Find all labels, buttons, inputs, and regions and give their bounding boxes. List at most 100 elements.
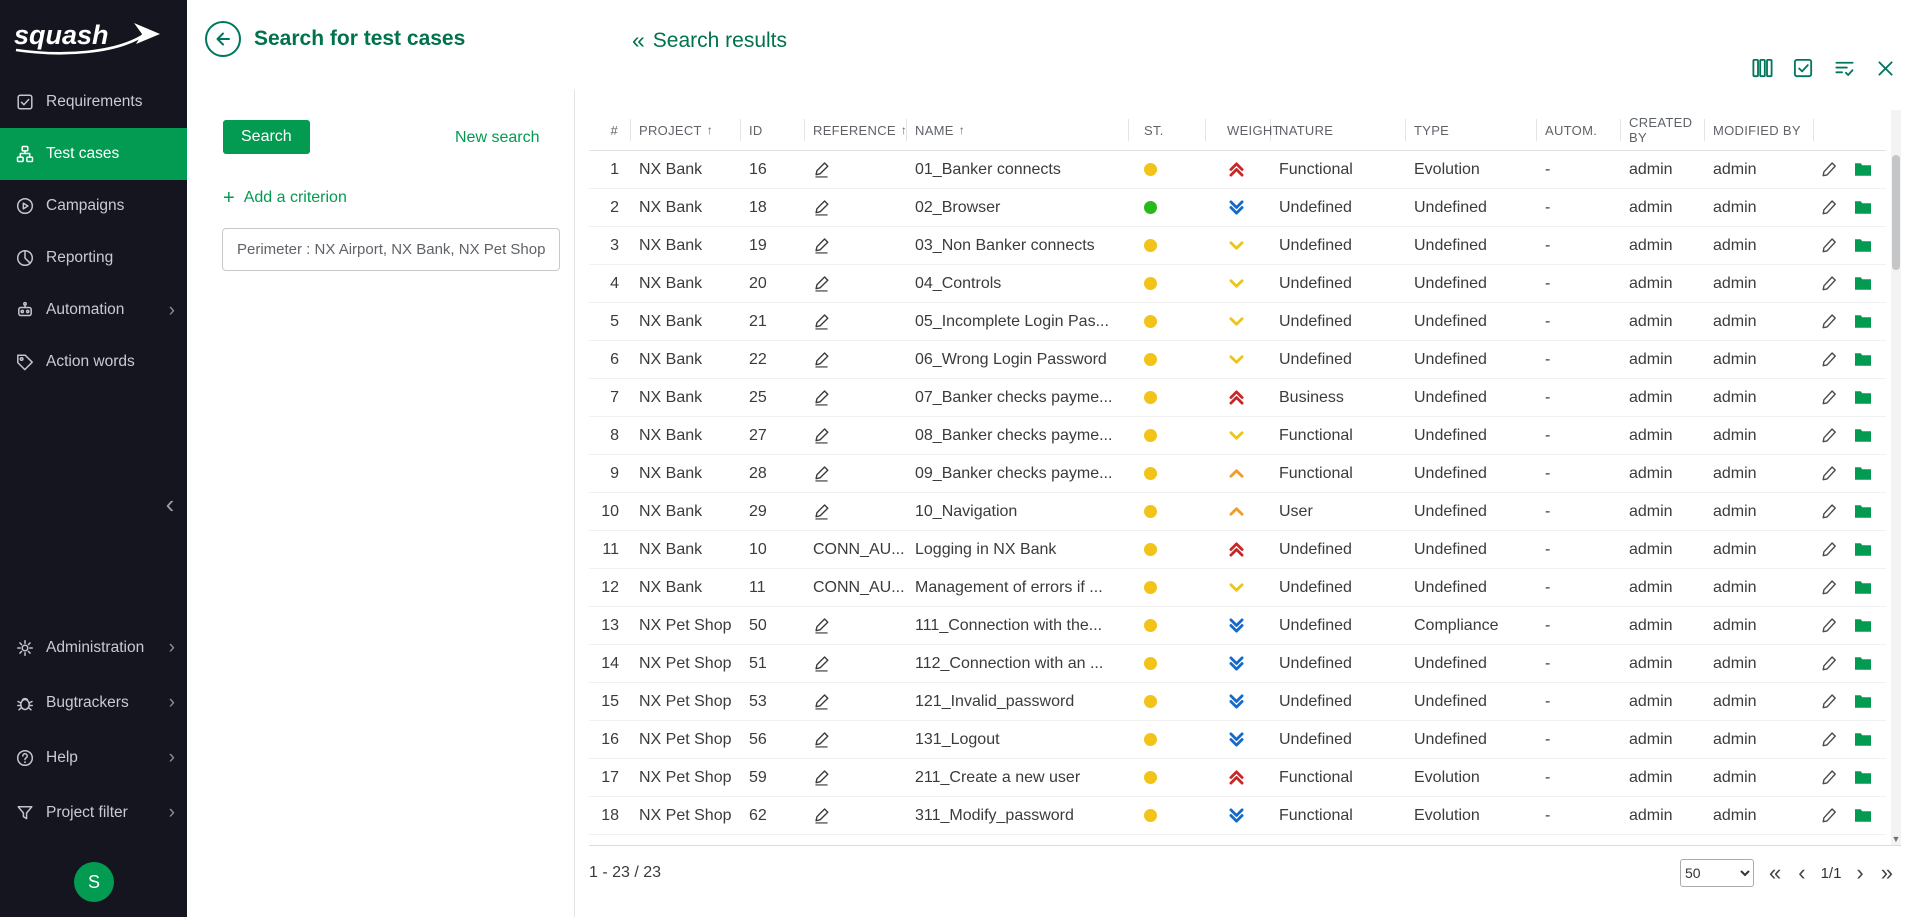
table-row[interactable]: 15NX Pet Shop53121_Invalid_passwordUndef…: [589, 683, 1886, 721]
sidebar-collapse-icon[interactable]: ‹: [156, 488, 184, 520]
table-row[interactable]: 1NX Bank1601_Banker connectsFunctionalEv…: [589, 151, 1886, 189]
edit-reference-icon[interactable]: [813, 351, 830, 368]
col-header-status[interactable]: ST.: [1129, 119, 1206, 141]
close-search-button[interactable]: [1873, 56, 1898, 81]
sidebar-item-help[interactable]: Help ›: [0, 730, 187, 785]
edit-row-icon[interactable]: [1820, 693, 1837, 710]
edit-row-icon[interactable]: [1820, 351, 1837, 368]
col-header-reference[interactable]: REFERENCE↑: [805, 119, 907, 141]
edit-reference-icon[interactable]: [813, 693, 830, 710]
table-row[interactable]: 16NX Pet Shop56131_LogoutUndefinedUndefi…: [589, 721, 1886, 759]
sidebar-item-test-cases[interactable]: Test cases: [0, 128, 187, 180]
edit-row-icon[interactable]: [1820, 503, 1837, 520]
table-row[interactable]: 17NX Pet Shop59211_Create a new userFunc…: [589, 759, 1886, 797]
edit-reference-icon[interactable]: [813, 389, 830, 406]
col-header-modified-by[interactable]: MODIFIED BY: [1705, 119, 1814, 141]
edit-row-icon[interactable]: [1820, 541, 1837, 558]
folder-icon[interactable]: [1854, 808, 1872, 823]
col-header-created-by[interactable]: CREATED BY: [1621, 119, 1705, 141]
folder-icon[interactable]: [1854, 428, 1872, 443]
table-row[interactable]: 18NX Pet Shop62311_Modify_passwordFuncti…: [589, 797, 1886, 835]
edit-reference-icon[interactable]: [813, 807, 830, 824]
edit-selection-button[interactable]: [1791, 56, 1816, 81]
edit-row-icon[interactable]: [1820, 769, 1837, 786]
edit-reference-icon[interactable]: [813, 161, 830, 178]
folder-icon[interactable]: [1854, 466, 1872, 481]
edit-reference-icon[interactable]: [813, 275, 830, 292]
edit-reference-icon[interactable]: [813, 427, 830, 444]
col-header-project[interactable]: PROJECT↑: [631, 119, 741, 141]
table-row[interactable]: 6NX Bank2206_Wrong Login PasswordUndefin…: [589, 341, 1886, 379]
folder-icon[interactable]: [1854, 580, 1872, 595]
sidebar-item-project-filter[interactable]: Project filter ›: [0, 785, 187, 840]
table-row[interactable]: 8NX Bank2708_Banker checks payme...Funct…: [589, 417, 1886, 455]
edit-row-icon[interactable]: [1820, 579, 1837, 596]
col-header-id[interactable]: ID: [741, 119, 805, 141]
folder-icon[interactable]: [1854, 390, 1872, 405]
page-size-select[interactable]: 50: [1680, 859, 1754, 887]
vertical-scrollbar[interactable]: ▼: [1891, 110, 1901, 845]
table-row[interactable]: 7NX Bank2507_Banker checks payme...Busin…: [589, 379, 1886, 417]
folder-icon[interactable]: [1854, 314, 1872, 329]
next-page-button[interactable]: ›: [1854, 862, 1865, 884]
scrollbar-thumb[interactable]: [1892, 155, 1900, 270]
edit-row-icon[interactable]: [1820, 617, 1837, 634]
col-header-nature[interactable]: NATURE: [1271, 119, 1406, 141]
edit-row-icon[interactable]: [1820, 427, 1837, 444]
folder-icon[interactable]: [1854, 238, 1872, 253]
edit-reference-icon[interactable]: [813, 237, 830, 254]
configure-columns-button[interactable]: [1750, 56, 1775, 81]
folder-icon[interactable]: [1854, 504, 1872, 519]
folder-icon[interactable]: [1854, 276, 1872, 291]
edit-row-icon[interactable]: [1820, 655, 1837, 672]
sidebar-item-reporting[interactable]: Reporting: [0, 232, 187, 284]
edit-row-icon[interactable]: [1820, 807, 1837, 824]
folder-icon[interactable]: [1854, 618, 1872, 633]
folder-icon[interactable]: [1854, 732, 1872, 747]
prev-page-button[interactable]: ‹: [1796, 862, 1807, 884]
collapse-results-icon[interactable]: «: [632, 27, 645, 54]
table-row[interactable]: 10NX Bank2910_NavigationUserUndefined-ad…: [589, 493, 1886, 531]
col-header-type[interactable]: TYPE: [1406, 119, 1537, 141]
folder-icon[interactable]: [1854, 656, 1872, 671]
sidebar-item-administration[interactable]: Administration ›: [0, 620, 187, 675]
folder-icon[interactable]: [1854, 694, 1872, 709]
back-button[interactable]: [205, 21, 241, 57]
edit-row-icon[interactable]: [1820, 275, 1837, 292]
search-button[interactable]: Search: [223, 120, 310, 154]
table-row[interactable]: 14NX Pet Shop51112_Connection with an ..…: [589, 645, 1886, 683]
table-row[interactable]: 13NX Pet Shop50111_Connection with the..…: [589, 607, 1886, 645]
scroll-down-icon[interactable]: ▼: [1891, 833, 1901, 845]
col-header-autom[interactable]: AUTOM.: [1537, 119, 1621, 141]
edit-reference-icon[interactable]: [813, 617, 830, 634]
edit-row-icon[interactable]: [1820, 465, 1837, 482]
edit-row-icon[interactable]: [1820, 731, 1837, 748]
edit-row-icon[interactable]: [1820, 389, 1837, 406]
edit-reference-icon[interactable]: [813, 769, 830, 786]
edit-reference-icon[interactable]: [813, 655, 830, 672]
edit-reference-icon[interactable]: [813, 313, 830, 330]
col-header-name[interactable]: NAME↑: [907, 119, 1129, 141]
folder-icon[interactable]: [1854, 352, 1872, 367]
folder-icon[interactable]: [1854, 542, 1872, 557]
new-search-link[interactable]: New search: [455, 129, 539, 147]
perimeter-criterion[interactable]: Perimeter : NX Airport, NX Bank, NX Pet …: [222, 228, 560, 271]
edit-row-icon[interactable]: [1820, 313, 1837, 330]
edit-row-icon[interactable]: [1820, 199, 1837, 216]
add-criterion-link[interactable]: + Add a criterion: [223, 188, 347, 208]
folder-icon[interactable]: [1854, 770, 1872, 785]
folder-icon[interactable]: [1854, 162, 1872, 177]
first-page-button[interactable]: «: [1767, 862, 1783, 884]
table-row[interactable]: 4NX Bank2004_ControlsUndefinedUndefined-…: [589, 265, 1886, 303]
sidebar-item-campaigns[interactable]: Campaigns: [0, 180, 187, 232]
table-row[interactable]: 12NX Bank11CONN_AU...Management of error…: [589, 569, 1886, 607]
col-header-weight[interactable]: WEIGHT: [1206, 119, 1271, 141]
squash-logo[interactable]: squash: [0, 0, 187, 74]
table-row[interactable]: 11NX Bank10CONN_AU...Logging in NX BankU…: [589, 531, 1886, 569]
sidebar-item-action-words[interactable]: Action words: [0, 336, 187, 388]
table-row[interactable]: 5NX Bank2105_Incomplete Login Pas...Unde…: [589, 303, 1886, 341]
filter-results-button[interactable]: [1832, 56, 1857, 81]
table-row[interactable]: 9NX Bank2809_Banker checks payme...Funct…: [589, 455, 1886, 493]
edit-row-icon[interactable]: [1820, 161, 1837, 178]
table-row[interactable]: 3NX Bank1903_Non Banker connectsUndefine…: [589, 227, 1886, 265]
